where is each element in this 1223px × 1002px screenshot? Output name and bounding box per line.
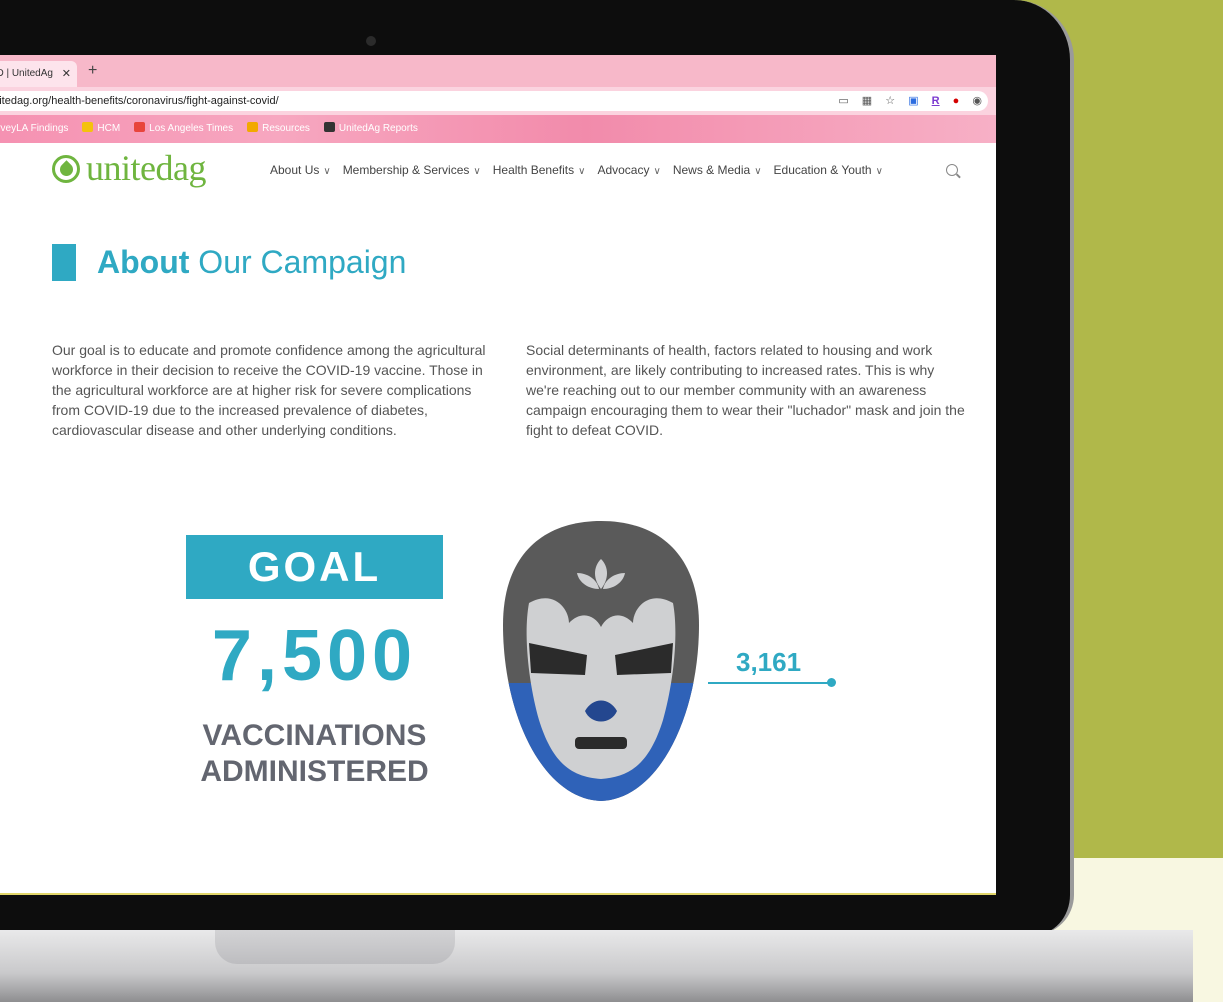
url-text: unitedag.org/health-benefits/coronavirus… <box>0 95 279 107</box>
nav-label: Membership & Services <box>342 163 470 177</box>
chevron-down-icon: ∨ <box>754 166 762 177</box>
mask-mouth <box>575 737 627 749</box>
bookmark-label: UnitedAg Reports <box>338 123 418 134</box>
qr-icon[interactable]: ▦ <box>862 95 872 107</box>
bookmark-icon <box>323 122 335 132</box>
goal-number: 7,500 <box>211 616 418 696</box>
bookmark-label: Resources <box>262 123 310 134</box>
tab-title: COVID | UnitedAg <box>0 68 53 79</box>
opera-icon[interactable]: ● <box>953 95 960 107</box>
goal-caption-line1: VACCINATIONS <box>202 719 427 752</box>
chevron-down-icon: ∨ <box>875 166 883 177</box>
close-icon[interactable]: ✕ <box>62 61 71 87</box>
nav-item[interactable]: Advocacy ∨ <box>597 163 660 177</box>
url-input[interactable]: unitedag.org/health-benefits/coronavirus… <box>0 91 988 111</box>
laptop-notch <box>215 930 455 964</box>
browser-tab[interactable]: COVID | UnitedAg ✕ <box>0 61 77 87</box>
bookmark-item[interactable]: Resources <box>247 115 310 143</box>
bookmark-label: SurveyLA Findings <box>0 123 69 134</box>
site-header: unitedag About Us ∨ Membership & Services ∨… <box>0 143 996 203</box>
laptop-base <box>0 930 1193 1002</box>
nav-label: Advocacy <box>597 163 650 177</box>
progress-value: 3,161 <box>736 647 802 677</box>
extension-r-icon[interactable]: R <box>932 95 940 107</box>
search-icon[interactable] <box>946 164 958 176</box>
bookmark-icon <box>82 122 94 132</box>
bookmark-item[interactable]: Los Angeles Times <box>134 115 233 143</box>
paragraph-left: Our goal is to educate and promote confi… <box>52 342 486 438</box>
title-accent-bar <box>52 244 76 281</box>
cast-icon[interactable]: ▭ <box>838 95 848 107</box>
nav-label: News & Media <box>672 163 751 177</box>
chevron-down-icon: ∨ <box>473 166 481 177</box>
bookmark-label: HCM <box>97 123 121 134</box>
extension-icon[interactable]: ▣ <box>908 95 918 107</box>
nav-item[interactable]: Membership & Services ∨ <box>343 163 481 177</box>
logo-text: unitedag <box>86 148 206 188</box>
chevron-down-icon: ∨ <box>578 166 586 177</box>
page-title: About Our Campaign <box>97 244 406 281</box>
bookmark-item[interactable]: UnitedAg Reports <box>323 115 418 143</box>
nav-item[interactable]: News & Media ∨ <box>673 163 762 177</box>
bookmark-item[interactable]: SurveyLA Findings <box>0 115 68 143</box>
nav-label: Education & Youth <box>773 163 872 177</box>
chevron-down-icon: ∨ <box>653 166 661 177</box>
paragraph-right: Social determinants of health, factors r… <box>526 342 965 438</box>
progress-leader-dot <box>827 678 836 687</box>
bookmark-icon <box>247 122 259 132</box>
address-bar: unitedag.org/health-benefits/coronavirus… <box>0 87 996 115</box>
laptop-frame: COVID | UnitedAg ✕ + unitedag.org/health… <box>0 0 1193 1002</box>
screen-bottom-edge <box>0 893 996 895</box>
nav-item[interactable]: Health Benefits ∨ <box>493 163 586 177</box>
leaf-icon <box>52 155 80 183</box>
title-bold: About <box>97 244 190 280</box>
nav-label: About Us <box>270 163 320 177</box>
new-tab-button[interactable]: + <box>88 62 97 80</box>
progress-leader-line <box>708 682 832 684</box>
nav-item[interactable]: Education & Youth ∨ <box>774 163 883 177</box>
bookmark-item[interactable]: HCM <box>82 115 120 143</box>
nav-label: Health Benefits <box>492 163 575 177</box>
profile-icon[interactable]: ◉ <box>972 95 982 107</box>
webcam-icon <box>366 36 376 46</box>
omnibox-icons: ▭ ▦ ☆ ▣ R ● ◉ <box>828 91 982 111</box>
chevron-down-icon: ∨ <box>323 166 331 177</box>
star-icon[interactable]: ☆ <box>885 95 895 107</box>
main-nav: About Us ∨ Membership & Services ∨ Health Be… <box>270 163 895 177</box>
nav-item[interactable]: About Us ∨ <box>270 163 331 177</box>
goal-caption: VACCINATIONS ADMINISTERED <box>186 718 443 790</box>
luchador-mask-progress <box>503 521 699 801</box>
tab-bar: COVID | UnitedAg ✕ + <box>0 55 996 87</box>
goal-caption-line2: ADMINISTERED <box>200 755 429 788</box>
title-rest: Our Campaign <box>189 244 407 280</box>
browser-screen: COVID | UnitedAg ✕ + unitedag.org/health… <box>0 55 996 895</box>
goal-banner: GOAL <box>186 535 443 599</box>
bookmark-icon <box>134 122 146 132</box>
bookmark-label: Los Angeles Times <box>149 123 234 134</box>
bookmarks-bar: SurveyLA Findings HCM Los Angeles Times Res… <box>0 115 996 143</box>
